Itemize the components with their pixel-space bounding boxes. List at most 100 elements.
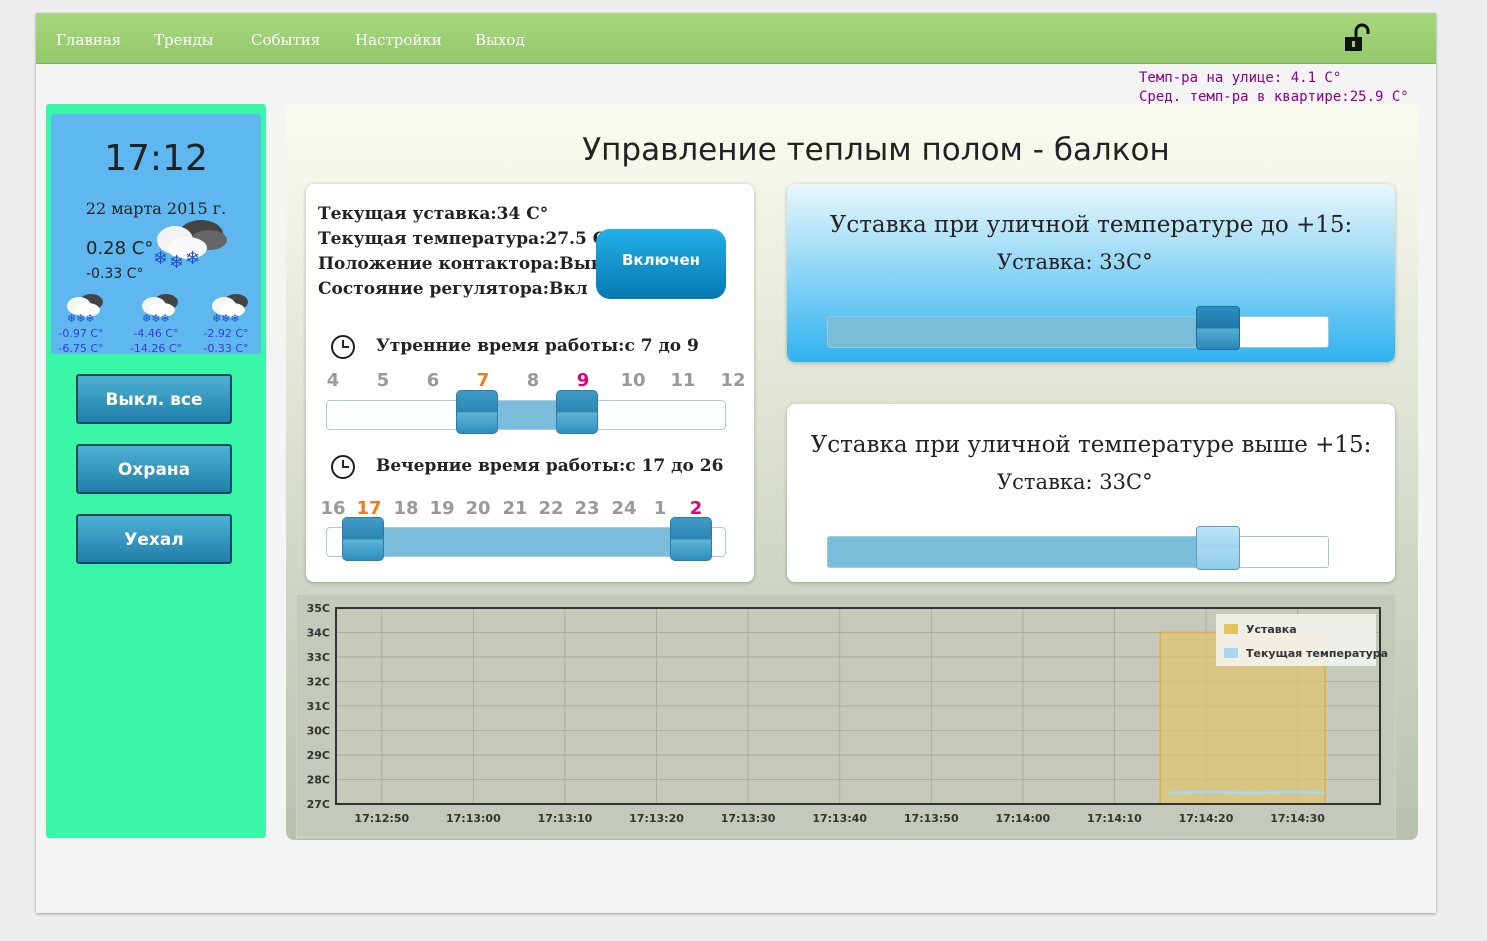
morning-range-slider[interactable] xyxy=(326,390,726,434)
regulator-state: Состояние регулятора:Вкл xyxy=(318,279,588,299)
page-title: Управление теплым полом - балкон xyxy=(582,132,1170,168)
tick-label-from: 7 xyxy=(476,370,490,391)
setpoint-high-panel: Уставка при уличной температуре выше +15… xyxy=(787,404,1395,582)
outside-temps: Темп-ра на улице: 4.1 С° Сред. темп-ра в… xyxy=(1139,69,1409,107)
away-button[interactable]: Уехал xyxy=(76,514,232,564)
snow-cloud-icon: ❄❄❄ xyxy=(67,294,103,324)
tick-label: 1 xyxy=(653,498,667,519)
clock-icon xyxy=(331,335,355,359)
x-tick-label: 17:14:00 xyxy=(995,812,1050,825)
y-tick-label: 32C xyxy=(307,676,330,689)
y-tick-label: 30C xyxy=(307,725,330,738)
legend-swatch xyxy=(1224,648,1238,658)
x-tick-label: 17:13:40 xyxy=(812,812,867,825)
setpoint-high-handle[interactable] xyxy=(1196,526,1240,570)
slider-range xyxy=(363,528,690,556)
nav-exit[interactable]: Выход xyxy=(475,31,525,49)
y-tick-label: 29C xyxy=(307,749,330,762)
x-tick-label: 17:13:00 xyxy=(446,812,501,825)
tick-label: 23 xyxy=(574,498,600,519)
navbar: Главная Тренды События Настройки Выход xyxy=(36,13,1436,64)
nav-events[interactable]: События xyxy=(251,31,320,49)
setpoint-low-value: Уставка: 33С° xyxy=(997,250,1153,274)
legend-swatch xyxy=(1224,624,1238,634)
morning-to-handle[interactable] xyxy=(556,390,598,434)
app-frame: Главная Тренды События Настройки Выход Т… xyxy=(36,13,1436,913)
outside-temp: Темп-ра на улице: 4.1 С° xyxy=(1139,70,1342,86)
sidebar: 17:12 22 марта 2015 г. 0.28 С° -0.33 С° … xyxy=(46,104,266,838)
tick-label: 21 xyxy=(502,498,528,519)
forecast-low: -0.33 С° xyxy=(203,342,249,355)
nav-trends[interactable]: Тренды xyxy=(154,31,214,49)
current-setpoint: Текущая уставка:34 С° xyxy=(318,204,549,224)
series-line-current xyxy=(1169,790,1326,795)
tick-label: 24 xyxy=(611,498,637,519)
morning-schedule-label: Утренние время работы:с 7 до 9 xyxy=(376,336,699,356)
tick-label: 12 xyxy=(720,370,746,391)
setpoint-low-handle[interactable] xyxy=(1196,306,1240,350)
setpoint-high-title: Уставка при уличной температуре выше +15… xyxy=(810,432,1372,458)
contactor-state: Положение контактора:Выкл xyxy=(318,254,616,274)
status-panel: Текущая уставка:34 С° Текущая температур… xyxy=(306,184,754,582)
tick-label: 10 xyxy=(620,370,646,391)
tick-label-to: 9 xyxy=(576,370,590,391)
forecast-day-2: ❄❄❄ -4.46 С° -14.26 С° xyxy=(126,286,186,356)
tick-label-from: 17 xyxy=(356,498,382,519)
setpoint-high-slider[interactable] xyxy=(827,526,1329,570)
forecast-low: -14.26 С° xyxy=(129,342,183,355)
status-info: Текущая уставка:34 С° Текущая температур… xyxy=(318,202,615,302)
x-tick-label: 17:14:30 xyxy=(1270,812,1325,825)
power-toggle-button[interactable]: Включен xyxy=(596,229,726,299)
unlock-icon[interactable] xyxy=(1344,23,1370,53)
snow-cloud-icon: ❄❄❄ xyxy=(212,294,248,324)
tick-label: 4 xyxy=(326,370,340,391)
current-temperature: Текущая температура:27.5 С° xyxy=(318,229,615,249)
security-button[interactable]: Охрана xyxy=(76,444,232,494)
clock-time: 17:12 xyxy=(104,138,208,179)
clock-icon xyxy=(331,455,355,479)
temperature-chart: 35C 34C 33C 32C 31C 30C 29C 28C 27C 17:12:50 17:13… xyxy=(296,594,1396,838)
y-tick-label: 33C xyxy=(307,651,330,664)
nav-settings[interactable]: Настройки xyxy=(355,31,442,49)
setpoint-low-slider[interactable] xyxy=(827,306,1329,350)
tick-label: 20 xyxy=(465,498,491,519)
svg-text:❄❄❄: ❄❄❄ xyxy=(142,312,170,324)
y-tick-label: 31C xyxy=(307,700,330,713)
tick-label: 22 xyxy=(538,498,564,519)
tick-label-to: 2 xyxy=(689,498,703,519)
tick-label: 5 xyxy=(376,370,390,391)
setpoint-low-title: Уставка при уличной температуре до +15: xyxy=(829,212,1353,238)
svg-text:❄: ❄ xyxy=(169,252,184,272)
min-temp: -0.33 С° xyxy=(86,266,144,282)
tick-label: 6 xyxy=(426,370,440,391)
forecast-high: -4.46 С° xyxy=(133,327,179,340)
svg-text:❄❄❄: ❄❄❄ xyxy=(67,312,95,324)
forecast-low: -6.75 С° xyxy=(58,342,104,355)
y-tick-label: 35C xyxy=(307,602,330,615)
x-tick-label: 17:13:10 xyxy=(538,812,593,825)
nav-home[interactable]: Главная xyxy=(56,31,121,49)
x-tick-label: 17:14:20 xyxy=(1179,812,1234,825)
tick-label: 11 xyxy=(670,370,696,391)
x-tick-label: 17:13:20 xyxy=(629,812,684,825)
svg-text:❄: ❄ xyxy=(153,248,168,269)
x-tick-label: 17:13:30 xyxy=(721,812,776,825)
forecast-day-3: ❄❄❄ -2.92 С° -0.33 С° xyxy=(196,286,256,356)
morning-ticks: 4 5 6 7 8 9 10 11 12 xyxy=(318,370,746,392)
tick-label: 16 xyxy=(320,498,346,519)
snow-cloud-icon: ❄ ❄ ❄ xyxy=(153,220,227,272)
y-tick-label: 34C xyxy=(307,627,330,640)
all-off-button[interactable]: Выкл. все xyxy=(76,374,232,424)
tick-label: 19 xyxy=(429,498,455,519)
x-tick-label: 17:14:10 xyxy=(1087,812,1142,825)
evening-range-slider[interactable] xyxy=(326,517,726,561)
tick-label: 8 xyxy=(526,370,540,391)
slider-fill xyxy=(828,317,1208,347)
evening-from-handle[interactable] xyxy=(342,517,384,561)
legend-label: Текущая температура xyxy=(1246,647,1388,660)
morning-from-handle[interactable] xyxy=(456,390,498,434)
evening-to-handle[interactable] xyxy=(670,517,712,561)
weather-widget: 17:12 22 марта 2015 г. 0.28 С° -0.33 С° … xyxy=(51,114,261,356)
forecast-day-1: ❄❄❄ -0.97 С° -6.75 С° xyxy=(51,286,111,356)
x-tick-label: 17:12:50 xyxy=(354,812,409,825)
